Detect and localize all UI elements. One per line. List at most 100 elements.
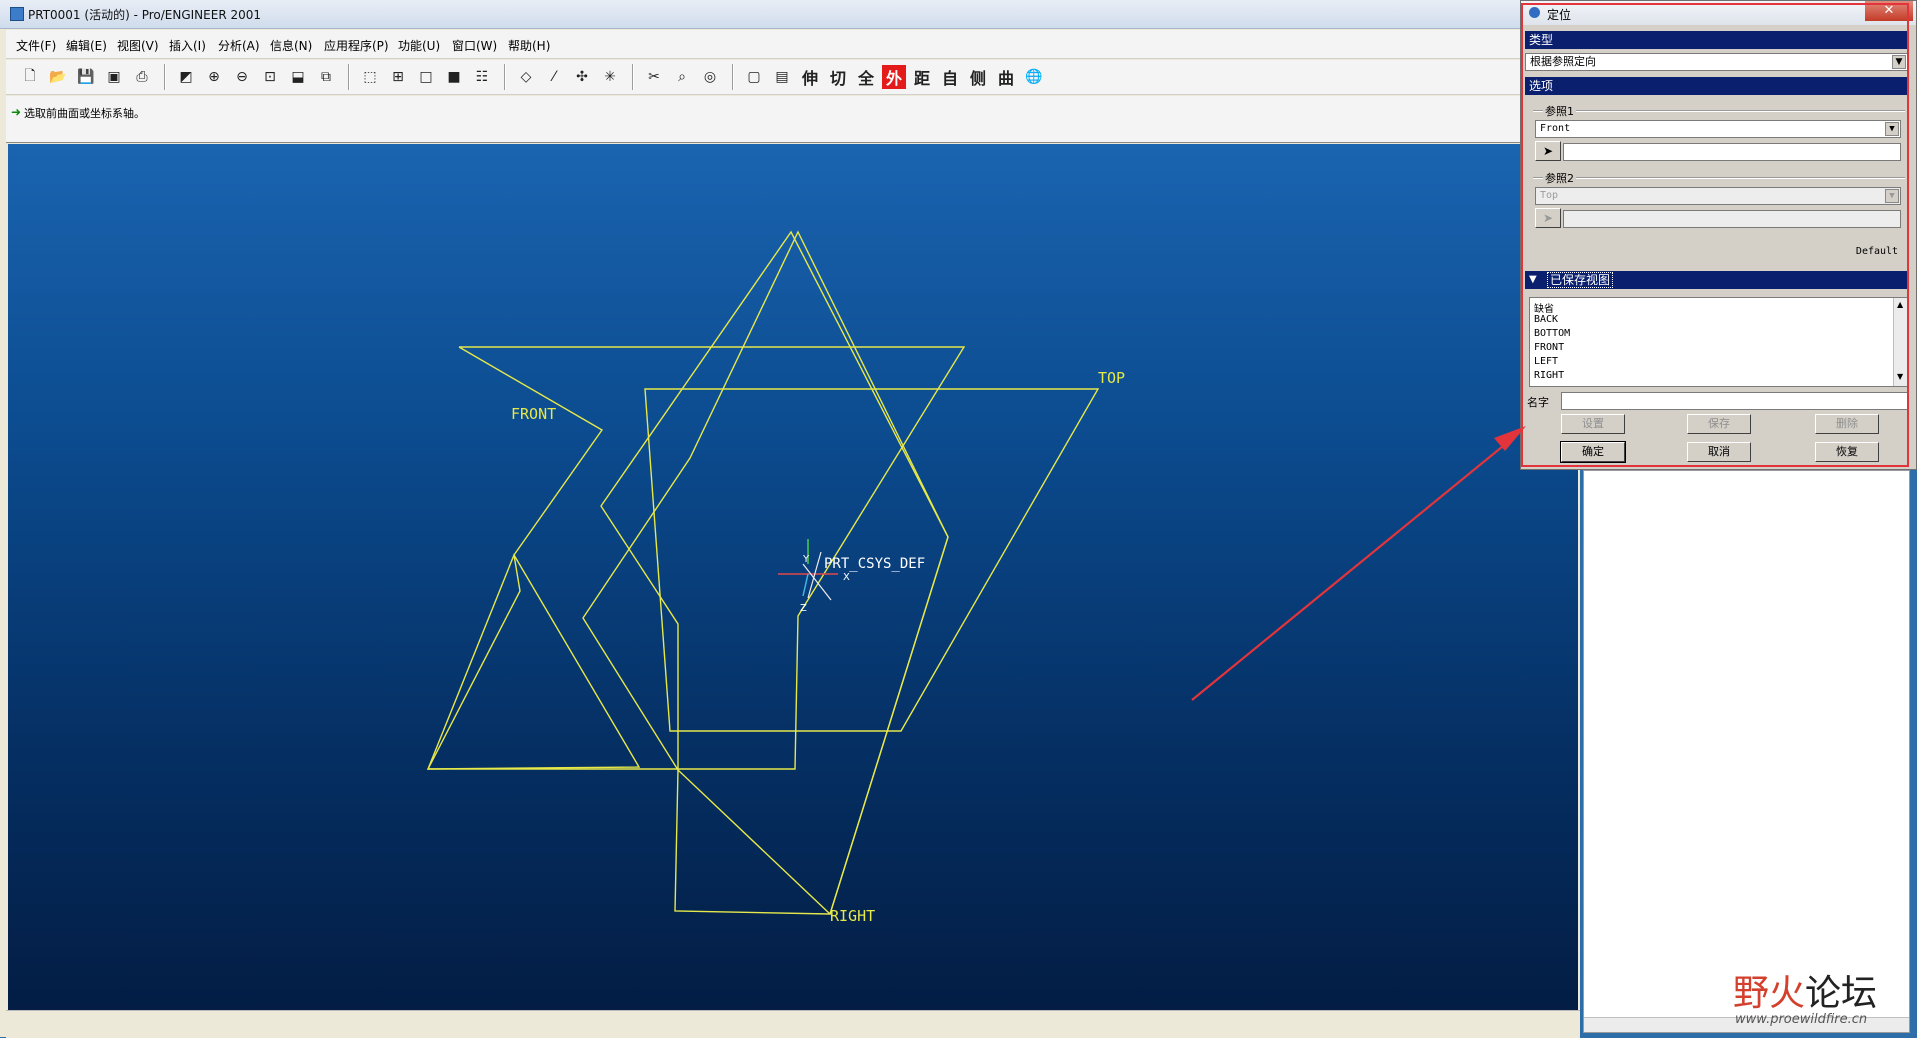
front-plane-label: FRONT	[511, 405, 556, 423]
scroll-up-icon[interactable]: ▲	[1897, 300, 1903, 309]
saved-views-icon[interactable]: ⧉	[314, 65, 338, 89]
new-file-icon[interactable]: 🗋	[18, 65, 42, 89]
cancel-button[interactable]: 取消	[1687, 442, 1751, 462]
wireframe-icon[interactable]: ⬚	[358, 65, 382, 89]
curve-button[interactable]: 曲	[994, 65, 1018, 89]
zoom-fit-icon[interactable]: ⊡	[258, 65, 282, 89]
csys-x-label: X	[843, 572, 850, 583]
cut-button[interactable]: 切	[826, 65, 850, 89]
saved-views-list[interactable]: 缺省 BACK BOTTOM FRONT LEFT RIGHT ▲ ▼	[1529, 297, 1909, 387]
menu-edit[interactable]: 编辑(E)	[66, 37, 107, 54]
list-item[interactable]: BACK	[1534, 314, 1558, 325]
outer-button[interactable]: 外	[882, 65, 906, 89]
datum-graphics: FRONT TOP RIGHT Y X Z PRT_CSYS_DEF	[426, 230, 1125, 925]
query-select-icon[interactable]: ⌕	[670, 65, 694, 89]
close-button[interactable]: ✕	[1865, 1, 1913, 21]
menu-window[interactable]: 窗口(W)	[452, 37, 497, 54]
delete-view-button[interactable]: 删除	[1815, 414, 1879, 434]
menu-insert[interactable]: 插入(I)	[169, 37, 206, 54]
datum-plane-icon[interactable]: ◇	[514, 65, 538, 89]
list-item[interactable]: 缺省	[1534, 300, 1554, 315]
save-view-button[interactable]: 保存	[1687, 414, 1751, 434]
ref1-selection-field[interactable]	[1563, 143, 1901, 161]
select-filter-icon[interactable]: ✂	[642, 65, 666, 89]
list-item[interactable]: LEFT	[1534, 356, 1558, 367]
toolbar-separator	[504, 64, 506, 90]
orientation-dialog: 定位 ✕ 类型 根据参照定向 ▼ 选项 参照1 Front ▼ ➤ 参照2 To…	[1520, 0, 1917, 470]
set-button[interactable]: 设置	[1561, 414, 1625, 434]
toolbar-separator	[632, 64, 634, 90]
menu-utilities[interactable]: 功能(U)	[398, 37, 440, 54]
ref2-select-button[interactable]: ➤	[1535, 208, 1561, 228]
watermark-title: 野火论坛	[1733, 973, 1878, 1014]
menu-bar: 文件(F) 编辑(E) 视图(V) 插入(I) 分析(A) 信息(N) 应用程序…	[6, 30, 1574, 59]
repaint-icon[interactable]: ◩	[174, 65, 198, 89]
right-plane[interactable]	[582, 230, 949, 915]
restore-button[interactable]: 恢复	[1815, 442, 1879, 462]
type-dropdown[interactable]: 根据参照定向 ▼	[1525, 53, 1908, 71]
saved-views-section-header[interactable]: ▼ 已保存视图	[1525, 271, 1908, 289]
orient-icon[interactable]: ⬓	[286, 65, 310, 89]
message-area: ➜ 选取前曲面或坐标系轴。	[6, 96, 1574, 143]
toolbar-separator	[348, 64, 350, 90]
hidden-line-icon[interactable]: ⊞	[386, 65, 410, 89]
all-button[interactable]: 全	[854, 65, 878, 89]
watermark-logo: 野火论坛 www.proewildfire.cn	[1733, 964, 1913, 1030]
window-title: PRT0001 (活动的) - Pro/ENGINEER 2001	[28, 8, 262, 22]
print-icon[interactable]: ⎙	[130, 65, 154, 89]
dialog-icon	[1529, 7, 1540, 18]
zoom-out-icon[interactable]: ⊖	[230, 65, 254, 89]
menu-applications[interactable]: 应用程序(P)	[324, 37, 389, 54]
menu-view[interactable]: 视图(V)	[117, 37, 159, 54]
menu-help[interactable]: 帮助(H)	[508, 37, 550, 54]
app-icon	[10, 7, 24, 21]
spin-center-icon[interactable]: ◎	[698, 65, 722, 89]
menu-info[interactable]: 信息(N)	[270, 37, 312, 54]
ref1-dropdown[interactable]: Front ▼	[1535, 120, 1901, 138]
list-item[interactable]: FRONT	[1534, 342, 1564, 353]
save-copy-icon[interactable]: ▣	[102, 65, 126, 89]
csys-z-label: Z	[800, 603, 807, 614]
zoom-in-icon[interactable]: ⊕	[202, 65, 226, 89]
graphics-window[interactable]: FRONT TOP RIGHT Y X Z PRT_CSYS_DEF	[8, 144, 1578, 1010]
side-button[interactable]: 侧	[966, 65, 990, 89]
list-item[interactable]: BOTTOM	[1534, 328, 1570, 339]
ref2-dropdown[interactable]: Top ▼	[1535, 187, 1901, 205]
extrude-button[interactable]: 伸	[798, 65, 822, 89]
save-icon[interactable]: 💾	[74, 65, 98, 89]
saved-views-title: 已保存视图	[1547, 272, 1614, 288]
chevron-down-icon[interactable]: ▼	[1885, 122, 1899, 136]
shading-icon[interactable]: ■	[442, 65, 466, 89]
message-text: 选取前曲面或坐标系轴。	[24, 107, 145, 120]
datum-csys-icon[interactable]: ✳	[598, 65, 622, 89]
menu-file[interactable]: 文件(F)	[16, 37, 56, 54]
front-plane-outline[interactable]	[426, 553, 641, 770]
auto-button[interactable]: 自	[938, 65, 962, 89]
distance-button[interactable]: 距	[910, 65, 934, 89]
right-plane-hex[interactable]	[600, 230, 949, 916]
list-scrollbar[interactable]: ▲ ▼	[1893, 298, 1908, 386]
list-item[interactable]: RIGHT	[1534, 370, 1564, 381]
collapse-triangle-icon[interactable]: ▼	[1529, 271, 1537, 289]
ref2-group-border	[1533, 177, 1905, 179]
cube-icon[interactable]: ▢	[742, 65, 766, 89]
default-button[interactable]: Default	[1847, 242, 1907, 262]
globe-icon[interactable]: 🌐	[1022, 65, 1046, 89]
name-label: 名字	[1527, 396, 1549, 409]
csys-blue-axis	[802, 573, 809, 597]
ref2-selection-field[interactable]	[1563, 210, 1901, 228]
menu-analysis[interactable]: 分析(A)	[218, 37, 260, 54]
datum-axis-icon[interactable]: ⁄	[542, 65, 566, 89]
model-tree-icon[interactable]: ☷	[470, 65, 494, 89]
datum-point-icon[interactable]: ✣	[570, 65, 594, 89]
scroll-down-icon[interactable]: ▼	[1897, 372, 1903, 381]
layer-icon[interactable]: ▤	[770, 65, 794, 89]
ref1-select-button[interactable]: ➤	[1535, 141, 1561, 161]
chevron-down-icon[interactable]: ▼	[1892, 55, 1906, 69]
type-section-header: 类型	[1525, 31, 1908, 49]
chevron-down-icon[interactable]: ▼	[1885, 189, 1899, 203]
no-hidden-icon[interactable]: □	[414, 65, 438, 89]
view-name-input[interactable]	[1561, 392, 1909, 410]
open-folder-icon[interactable]: 📂	[46, 65, 70, 89]
ok-button[interactable]: 确定	[1560, 441, 1626, 463]
